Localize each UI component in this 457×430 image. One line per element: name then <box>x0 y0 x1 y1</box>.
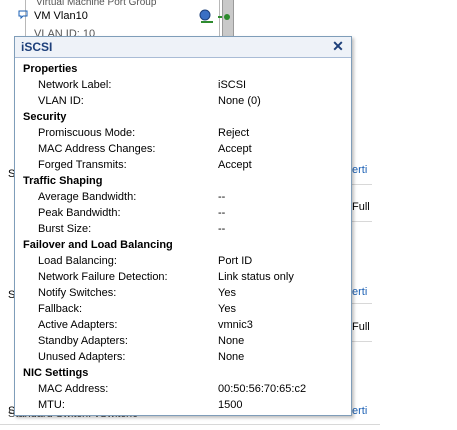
port-group-details-popup: iSCSI ✕ Properties Network Label: iSCSI VLA… <box>14 36 352 416</box>
properties-link-1[interactable]: erti <box>352 164 367 176</box>
property-label: Network Failure Detection: <box>38 271 168 283</box>
divider <box>0 424 380 425</box>
property-label: MAC Address: <box>38 383 109 395</box>
section-title: Properties <box>23 63 78 75</box>
property-value: None <box>218 351 245 363</box>
speech-bubble-icon[interactable] <box>18 10 28 23</box>
property-value: Accept <box>218 143 252 155</box>
property-label: Notify Switches: <box>38 287 117 299</box>
divider <box>352 184 372 185</box>
property-value: Accept <box>218 159 252 171</box>
property-label: Fallback: <box>38 303 83 315</box>
property-label: VLAN ID: <box>38 95 84 107</box>
full-text-2: Full <box>352 321 370 333</box>
property-value: 1500 <box>218 399 243 411</box>
property-value: None <box>218 335 245 347</box>
divider <box>352 341 372 342</box>
property-label: Standby Adapters: <box>38 335 128 347</box>
property-value: Port ID <box>218 255 253 267</box>
property-value: 00:50:56:70:65:c2 <box>218 383 307 395</box>
property-value: Yes <box>218 303 236 315</box>
section-title: Failover and Load Balancing <box>23 239 173 251</box>
section-title: Security <box>23 111 67 123</box>
property-label: Burst Size: <box>38 223 92 235</box>
property-label: Average Bandwidth: <box>38 191 137 203</box>
switch-bar <box>222 0 234 40</box>
property-value: -- <box>218 191 226 203</box>
property-label: Forged Transmits: <box>38 159 127 171</box>
port-group-name: VM Vlan10 <box>34 10 88 22</box>
section-title: NIC Settings <box>23 367 89 379</box>
property-value: Reject <box>218 127 250 139</box>
divider <box>352 303 372 304</box>
property-value: -- <box>218 223 226 235</box>
property-value: vmnic3 <box>218 319 253 331</box>
property-label: Load Balancing: <box>38 255 117 267</box>
property-value: Link status only <box>218 271 294 283</box>
section-title: Traffic Shaping <box>23 175 103 187</box>
property-label: Active Adapters: <box>38 319 118 331</box>
port-group-header: Virtual Machine Port Group <box>34 0 159 8</box>
full-text-1: Full <box>352 201 370 213</box>
divider <box>352 221 372 222</box>
property-label: Peak Bandwidth: <box>38 207 121 219</box>
port-dot <box>224 14 230 20</box>
close-icon[interactable]: ✕ <box>330 38 346 54</box>
property-value: Yes <box>218 287 236 299</box>
property-value: -- <box>218 207 226 219</box>
property-label: Promiscuous Mode: <box>38 127 136 139</box>
property-label: MTU: <box>38 399 65 411</box>
popup-header: iSCSI ✕ <box>15 37 351 58</box>
property-label: MAC Address Changes: <box>38 143 156 155</box>
network-adapter-icon[interactable] <box>198 9 216 28</box>
properties-link-3[interactable]: erti <box>352 405 367 417</box>
property-label: Network Label: <box>38 79 112 91</box>
property-value: iSCSI <box>218 79 247 91</box>
popup-title: iSCSI <box>21 40 53 54</box>
properties-link-2[interactable]: erti <box>352 286 367 298</box>
property-value: None (0) <box>218 95 261 107</box>
property-label: Unused Adapters: <box>38 351 126 363</box>
